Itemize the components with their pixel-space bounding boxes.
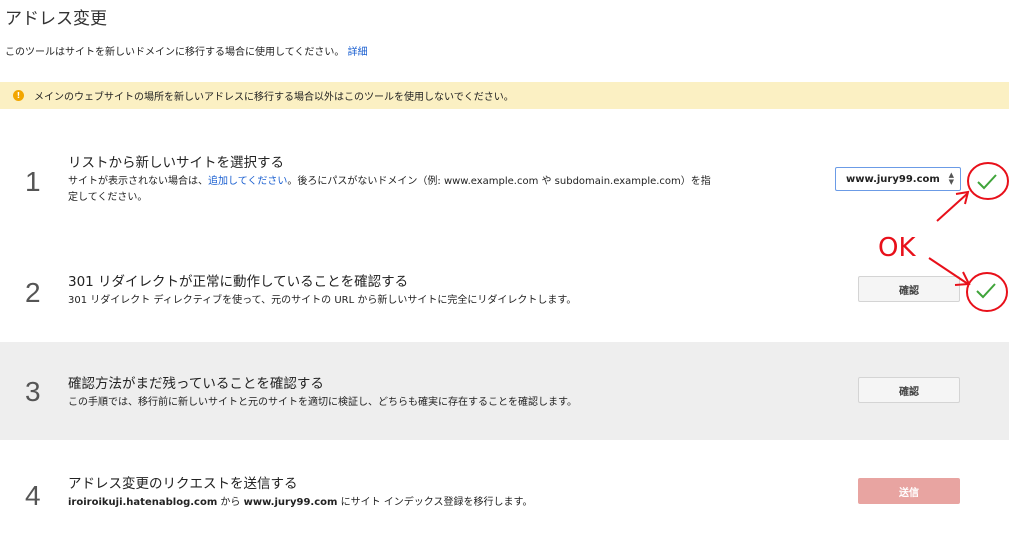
annotation-overlay: OK [878,162,1009,312]
annotation-ok-text: OK [878,233,916,263]
check-icon [976,283,996,299]
check-icon [977,174,997,190]
annotation-circle-1 [967,162,1009,200]
annotation-arrow-up [936,190,970,222]
annotation-arrow-down [928,257,971,286]
